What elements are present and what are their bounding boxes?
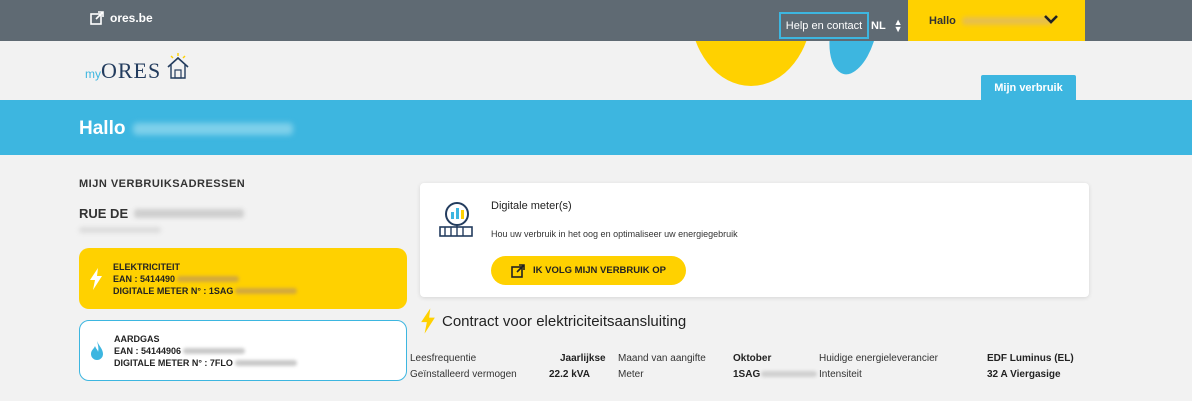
banner-title: Hallo	[79, 118, 126, 139]
myores-logo[interactable]: my ORES	[85, 53, 191, 84]
ores-be-link[interactable]: ores.be	[90, 11, 153, 25]
top-bar: ores.be Help en contact NL ▲ ▼ Hallo	[0, 0, 1192, 41]
welcome-banner: Hallo	[0, 100, 1192, 155]
address-street-redacted	[134, 209, 245, 218]
follow-consumption-button[interactable]: IK VOLG MIJN VERBRUIK OP	[491, 256, 686, 285]
address-city-redacted	[79, 227, 161, 233]
gas-ean-redacted	[183, 347, 246, 354]
language-value: NL	[871, 19, 886, 32]
logo-my: my	[85, 67, 101, 81]
user-menu[interactable]: Hallo	[908, 0, 1085, 41]
digital-meter-subtitle: Hou uw verbruik in het oog en optimalise…	[491, 229, 738, 239]
maand-value: Oktober	[733, 353, 772, 364]
gas-address-card[interactable]: AARDGAS EAN : 54144906 DIGITALE METER N°…	[79, 320, 407, 381]
gas-meter: DIGITALE METER N° : 7FLO	[114, 357, 233, 368]
leesfrequentie-value: Jaarlijkse	[560, 353, 606, 364]
meter-search-icon	[439, 202, 473, 237]
electricity-meter: DIGITALE METER N° : 1SAG	[113, 285, 234, 296]
contract-heading: Contract voor elektriciteitsaansluiting	[420, 308, 686, 334]
banner-greeting: Hallo	[79, 118, 294, 140]
external-link-icon	[90, 11, 104, 25]
vermogen-value: 22.2 kVA	[549, 369, 590, 380]
gas-ean: EAN : 54144906	[114, 345, 182, 356]
header: my ORES Mijn verbruik	[0, 41, 1192, 100]
electricity-meter-redacted	[235, 287, 298, 294]
help-contact-button[interactable]: Help en contact	[779, 12, 869, 39]
lightning-icon	[421, 308, 435, 334]
sort-arrows-icon: ▲ ▼	[893, 16, 903, 34]
addresses-section-title: MIJN VERBRUIKSADRESSEN	[79, 178, 246, 190]
user-name-redacted	[961, 16, 1052, 25]
digital-meter-card: Digitale meter(s) Hou uw verbruik in het…	[420, 183, 1089, 297]
gas-meter-redacted	[234, 359, 297, 366]
user-greeting: Hallo	[929, 14, 956, 27]
digital-meter-title: Digitale meter(s)	[491, 200, 572, 212]
contract-title: Contract voor elektriciteitsaansluiting	[442, 312, 687, 330]
address-street-label: RUE DE	[79, 206, 129, 221]
intensiteit-value: 32 A Viergasige	[987, 369, 1061, 380]
decor-blue-shape	[817, 41, 891, 80]
chevron-down-icon	[1044, 15, 1058, 24]
leesfrequentie-label: Leesfrequentie	[410, 353, 477, 364]
gas-name: AARDGAS	[114, 333, 160, 344]
electricity-address-card[interactable]: ELEKTRICITEIT EAN : 5414490 DIGITALE MET…	[79, 248, 407, 309]
ores-be-label: ores.be	[110, 11, 153, 25]
logo-ores: ORES	[101, 58, 162, 83]
meter-label: Meter	[618, 369, 644, 380]
decor-yellow-shape	[690, 41, 812, 86]
maand-label: Maand van aangifte	[618, 353, 706, 364]
meter-value-redacted	[761, 371, 818, 378]
electricity-name: ELEKTRICITEIT	[113, 261, 180, 272]
tab-mijn-verbruik[interactable]: Mijn verbruik	[981, 75, 1076, 100]
meter-value: 1SAG	[733, 369, 818, 380]
address-street: RUE DE	[79, 206, 245, 221]
meter-value-text: 1SAG	[733, 369, 761, 380]
vermogen-label: Geïnstalleerd vermogen	[410, 369, 517, 380]
leverancier-value: EDF Luminus (EL)	[987, 353, 1074, 364]
follow-consumption-label: IK VOLG MIJN VERBRUIK OP	[532, 265, 666, 276]
intensiteit-label: Intensiteit	[819, 369, 862, 380]
lightning-icon	[90, 267, 102, 290]
electricity-ean-redacted	[177, 275, 240, 282]
electricity-ean: EAN : 5414490	[113, 273, 176, 284]
external-link-icon	[511, 263, 525, 278]
house-logo-icon	[167, 53, 189, 79]
leverancier-label: Huidige energieleverancier	[819, 353, 938, 364]
flame-icon	[91, 340, 103, 360]
language-select[interactable]: NL ▲ ▼	[871, 12, 903, 39]
banner-name-redacted	[133, 123, 294, 135]
